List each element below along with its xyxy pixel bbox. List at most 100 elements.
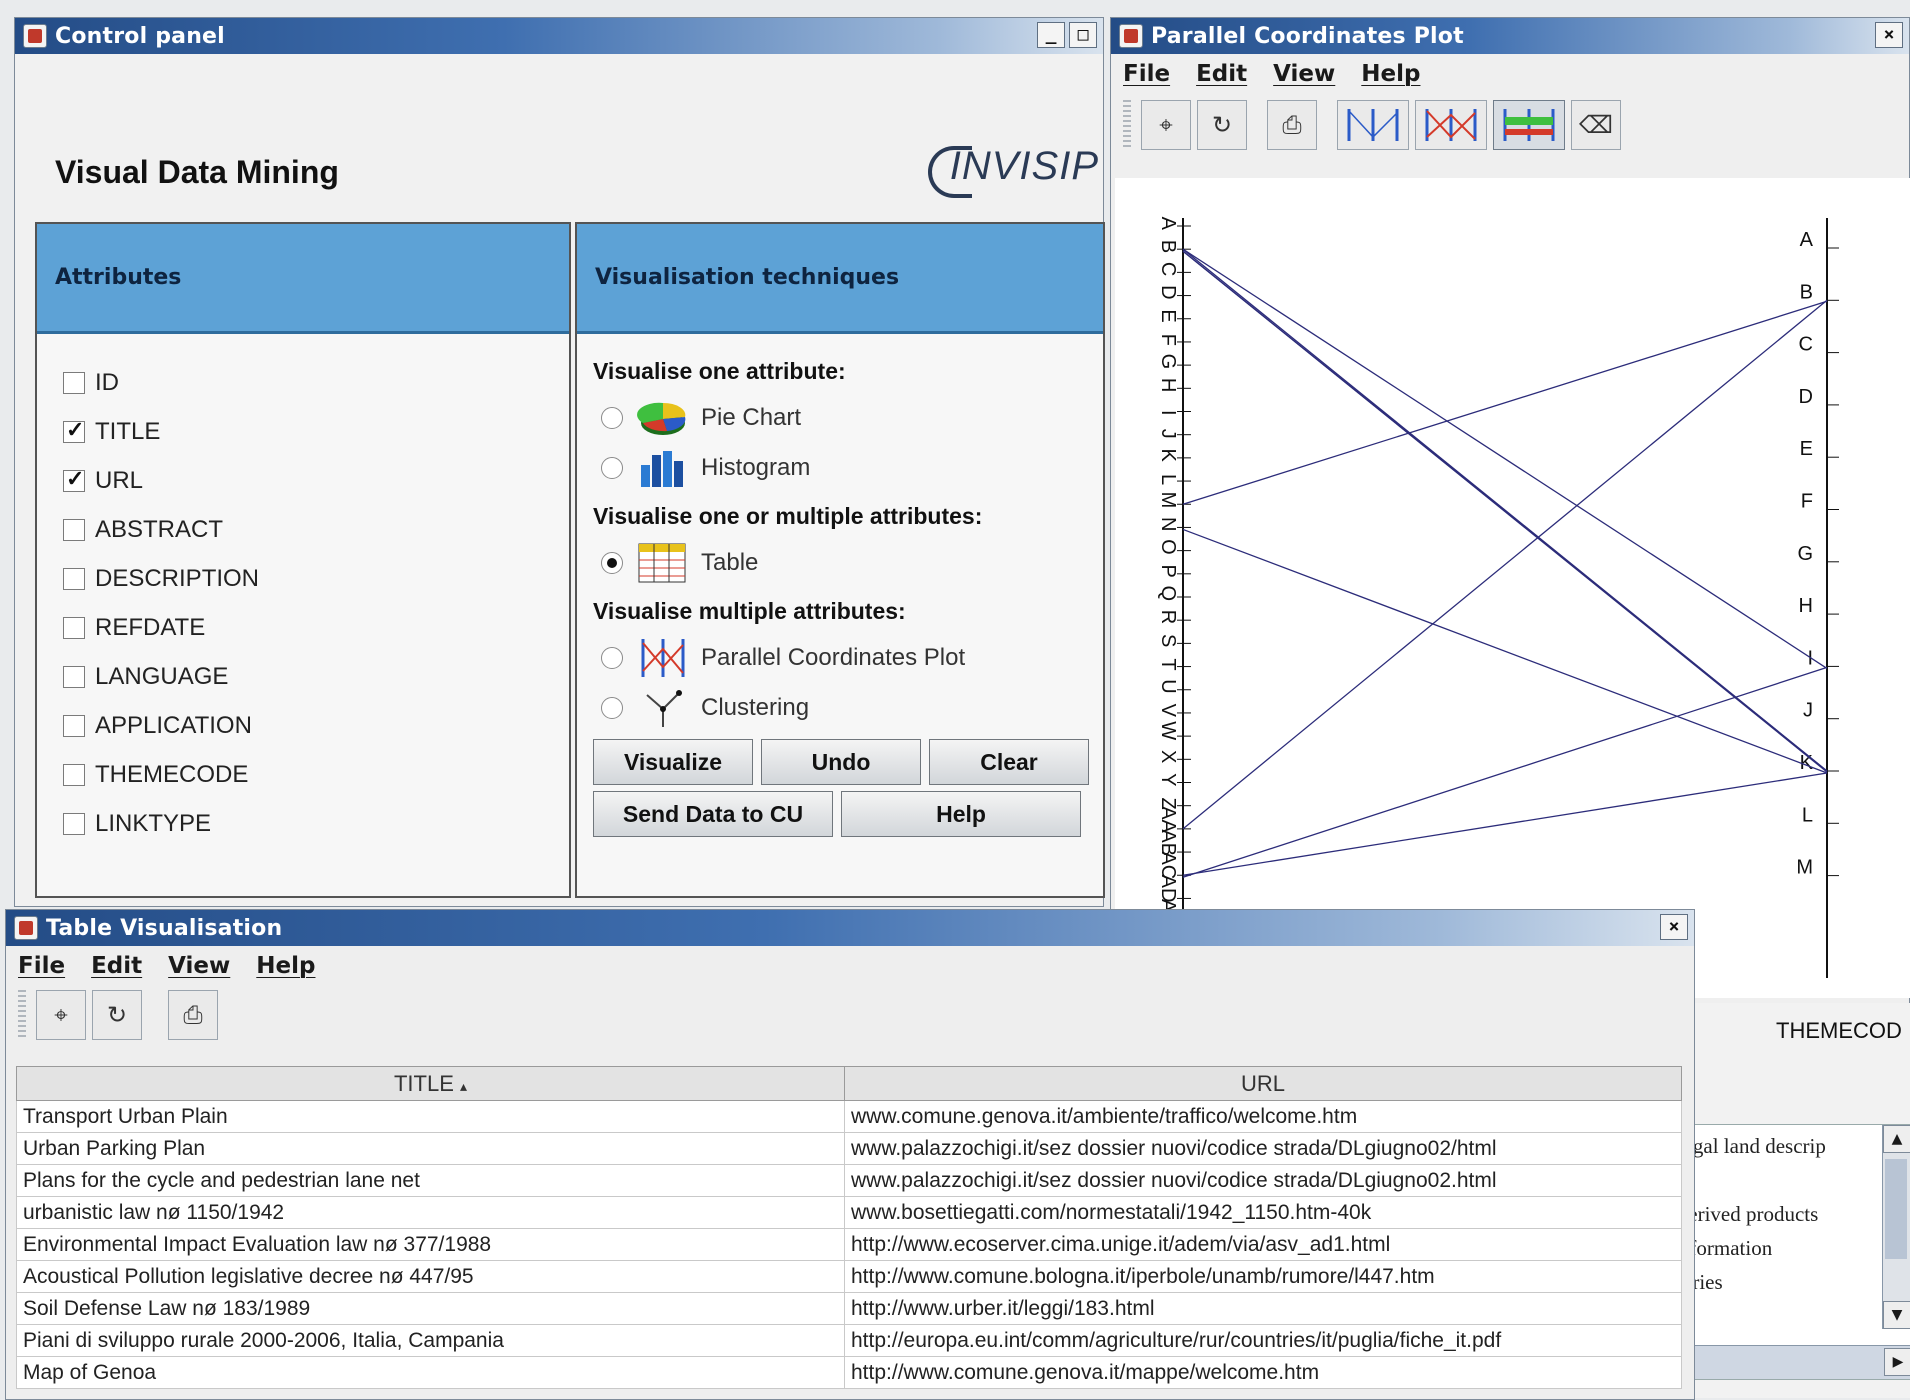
menu-help[interactable]: Help (1361, 61, 1420, 87)
scroll-right-icon[interactable]: ▶ (1884, 1348, 1910, 1376)
cell-title[interactable]: Map of Genoa (16, 1356, 845, 1389)
table-row[interactable]: Plans for the cycle and pedestrian lane … (16, 1164, 1682, 1197)
cell-title[interactable]: Transport Urban Plain (16, 1100, 845, 1133)
table-row[interactable]: Map of Genoa http://www.comune.genova.it/… (16, 1356, 1682, 1389)
cell-url[interactable]: www.palazzochigi.it/sez dossier nuovi/co… (844, 1164, 1682, 1197)
pcp-plot-area[interactable]: ABCDEFGHIJKLMNOPQRSTUVWXYZAAABACADAEAFAG… (1115, 178, 1910, 998)
attribute-checkbox[interactable] (63, 518, 85, 541)
close-icon[interactable]: × (1875, 22, 1903, 48)
table-row[interactable]: urbanistic law nø 1150/1942 www.bosettieg… (16, 1196, 1682, 1229)
select-icon[interactable]: ⌖ (1141, 100, 1191, 150)
cell-title[interactable]: Piani di sviluppo rurale 2000-2006, Ital… (16, 1324, 845, 1357)
attribute-item[interactable]: THEMECODE (63, 750, 569, 799)
undo-button[interactable]: Undo (761, 739, 921, 785)
cell-title[interactable]: urbanistic law nø 1150/1942 (16, 1196, 845, 1229)
radio-table[interactable] (601, 552, 623, 574)
menu-file[interactable]: File (1123, 61, 1170, 87)
detail-pane[interactable]: d legal land descrip d d derived product… (1693, 1124, 1910, 1380)
radio-pie-chart[interactable] (601, 407, 623, 429)
cell-title[interactable]: Plans for the cycle and pedestrian lane … (16, 1164, 845, 1197)
column-header-url[interactable]: URL (844, 1066, 1682, 1101)
attribute-item[interactable]: LINKTYPE (63, 799, 569, 848)
menu-view[interactable]: View (1273, 61, 1335, 87)
attribute-checkbox[interactable] (63, 714, 85, 737)
table-row[interactable]: Urban Parking Plan www.palazzochigi.it/se… (16, 1132, 1682, 1165)
cell-url[interactable]: http://www.comune.bologna.it/iperbole/un… (844, 1260, 1682, 1293)
radio-clustering[interactable] (601, 697, 623, 719)
attribute-checkbox[interactable] (63, 616, 85, 639)
cell-url[interactable]: http://www.urber.it/leggi/183.html (844, 1292, 1682, 1325)
table-row[interactable]: Soil Defense Law nø 183/1989 http://www.u… (16, 1292, 1682, 1325)
pcp-mode-1-icon[interactable] (1337, 100, 1409, 150)
horizontal-scrollbar[interactable]: ▶ (1694, 1345, 1910, 1379)
table-row[interactable]: Acoustical Pollution legislative decree … (16, 1260, 1682, 1293)
scroll-down-icon[interactable]: ▼ (1883, 1301, 1910, 1329)
print-icon[interactable]: ⎙ (1267, 100, 1317, 150)
cell-url[interactable]: http://www.ecoserver.cima.unige.it/adem/… (844, 1228, 1682, 1261)
cell-url[interactable]: http://europa.eu.int/comm/agriculture/ru… (844, 1324, 1682, 1357)
column-header-title[interactable]: TITLE ▴ (16, 1066, 845, 1101)
visualize-button[interactable]: Visualize (593, 739, 753, 785)
menu-edit[interactable]: Edit (91, 953, 142, 979)
option-histogram[interactable]: Histogram (593, 443, 1103, 493)
attribute-item[interactable]: LANGUAGE (63, 652, 569, 701)
clear-button[interactable]: Clear (929, 739, 1089, 785)
cell-url[interactable]: www.bosettiegatti.com/normestatali/1942_… (844, 1196, 1682, 1229)
minimize-icon[interactable]: _ (1037, 22, 1065, 48)
attribute-item[interactable]: ID (63, 358, 569, 407)
attribute-checkbox[interactable] (63, 763, 85, 786)
cell-url[interactable]: www.comune.genova.it/ambiente/traffico/w… (844, 1100, 1682, 1133)
cell-url[interactable]: www.palazzochigi.it/sez dossier nuovi/co… (844, 1132, 1682, 1165)
redo-icon[interactable]: ↻ (1197, 100, 1247, 150)
pcp-titlebar[interactable]: Parallel Coordinates Plot × (1111, 18, 1909, 54)
menu-help[interactable]: Help (256, 953, 315, 979)
attribute-item[interactable]: REFDATE (63, 603, 569, 652)
toolbar-grip[interactable] (1123, 100, 1131, 150)
pcp-mode-2-icon[interactable] (1415, 100, 1487, 150)
attribute-checkbox[interactable] (63, 665, 85, 688)
attribute-checkbox[interactable] (63, 371, 85, 394)
table-row[interactable]: Transport Urban Plain www.comune.genova.i… (16, 1100, 1682, 1133)
cell-title[interactable]: Acoustical Pollution legislative decree … (16, 1260, 845, 1293)
attribute-checkbox[interactable] (63, 812, 85, 835)
vertical-scrollbar[interactable]: ▲ ▼ (1882, 1125, 1910, 1329)
radio-parallel-coordinates[interactable] (601, 647, 623, 669)
option-table[interactable]: Table (593, 538, 1103, 588)
menu-file[interactable]: File (18, 953, 65, 979)
table-row[interactable]: Environmental Impact Evaluation law nø 3… (16, 1228, 1682, 1261)
attribute-checkbox[interactable] (63, 466, 85, 492)
attribute-item[interactable]: URL (63, 456, 569, 505)
maximize-icon[interactable]: □ (1069, 22, 1097, 48)
cell-title[interactable]: Urban Parking Plan (16, 1132, 845, 1165)
menu-edit[interactable]: Edit (1196, 61, 1247, 87)
scroll-thumb[interactable] (1885, 1159, 1907, 1259)
option-clustering[interactable]: Clustering (593, 683, 1103, 733)
sort-icon: ▴ (460, 1077, 468, 1094)
send-data-button[interactable]: Send Data to CU (593, 791, 833, 837)
redo-icon[interactable]: ↻ (92, 990, 142, 1040)
attribute-checkbox[interactable] (63, 567, 85, 590)
cell-title[interactable]: Environmental Impact Evaluation law nø 3… (16, 1228, 845, 1261)
attribute-item[interactable]: TITLE (63, 407, 569, 456)
option-parallel-coordinates[interactable]: Parallel Coordinates Plot (593, 633, 1103, 683)
attribute-checkbox[interactable] (63, 417, 85, 443)
select-icon[interactable]: ⌖ (36, 990, 86, 1040)
attribute-item[interactable]: DESCRIPTION (63, 554, 569, 603)
scroll-up-icon[interactable]: ▲ (1883, 1125, 1910, 1153)
table-row[interactable]: Piani di sviluppo rurale 2000-2006, Ital… (16, 1324, 1682, 1357)
help-button[interactable]: Help (841, 791, 1081, 837)
radio-histogram[interactable] (601, 457, 623, 479)
eraser-icon[interactable]: ⌫ (1571, 100, 1621, 150)
close-icon[interactable]: × (1660, 914, 1688, 940)
cell-url[interactable]: http://www.comune.genova.it/mappe/welcom… (844, 1356, 1682, 1389)
option-pie-chart[interactable]: Pie Chart (593, 393, 1103, 443)
print-icon[interactable]: ⎙ (168, 990, 218, 1040)
control-panel-titlebar[interactable]: Control panel _ □ (15, 18, 1103, 54)
toolbar-grip[interactable] (18, 990, 26, 1040)
menu-view[interactable]: View (168, 953, 230, 979)
attribute-item[interactable]: APPLICATION (63, 701, 569, 750)
attribute-item[interactable]: ABSTRACT (63, 505, 569, 554)
pcp-mode-3-icon[interactable] (1493, 100, 1565, 150)
cell-title[interactable]: Soil Defense Law nø 183/1989 (16, 1292, 845, 1325)
table-titlebar[interactable]: Table Visualisation × (6, 910, 1694, 946)
